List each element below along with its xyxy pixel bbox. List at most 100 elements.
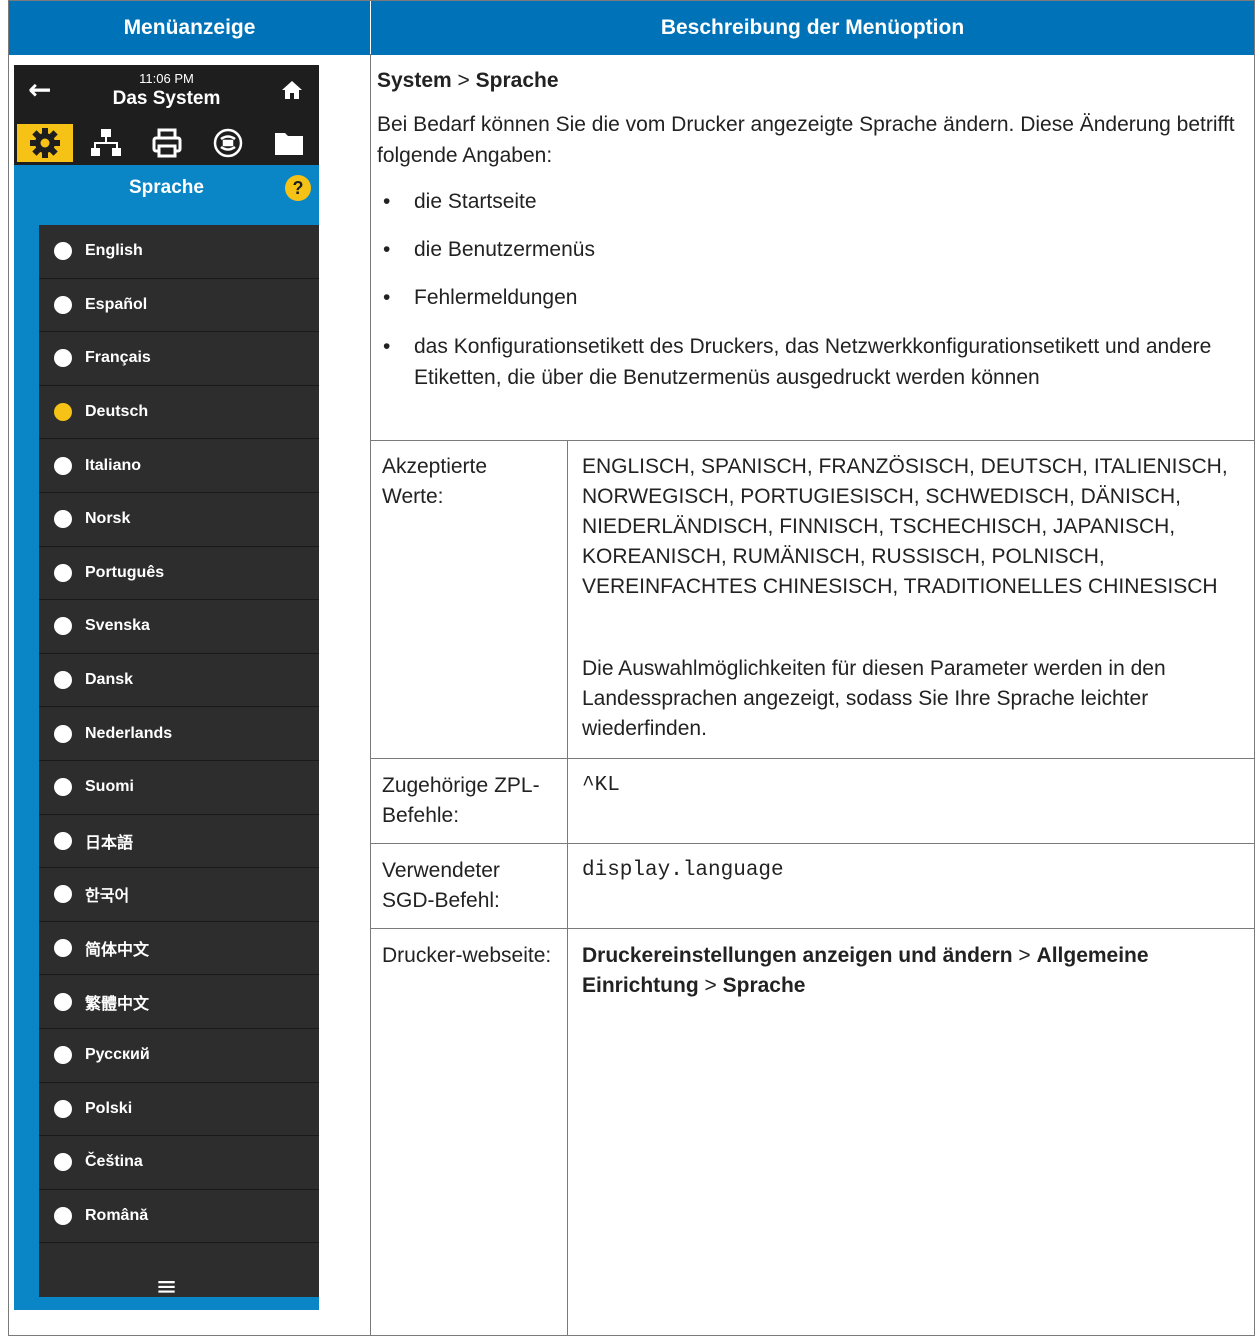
- menu-icon[interactable]: ≡: [14, 1272, 319, 1302]
- tab-system[interactable]: [17, 124, 73, 162]
- tab-connection[interactable]: [78, 124, 134, 162]
- web-path-c: Sprache: [722, 974, 806, 997]
- list-item[interactable]: Norsk: [39, 493, 319, 547]
- list-item[interactable]: English: [39, 225, 319, 279]
- tab-storage[interactable]: [261, 124, 317, 162]
- language-label: English: [85, 242, 143, 260]
- language-list: English Español Français Deutsch Italiano Nor…: [39, 225, 319, 1297]
- row-divider: [370, 440, 1255, 441]
- printer-webpage-path: Druckereinstellungen anzeigen und ändern…: [582, 941, 1237, 1001]
- radio-selected-icon[interactable]: [54, 403, 72, 422]
- radio-icon[interactable]: [54, 617, 72, 636]
- list-item[interactable]: Deutsch: [39, 386, 319, 440]
- radio-icon[interactable]: [54, 885, 72, 904]
- language-label: 한국어: [85, 888, 130, 906]
- screen-title: Das System: [112, 88, 221, 109]
- printer-icon: [152, 128, 182, 158]
- tab-print[interactable]: [139, 124, 195, 162]
- list-item[interactable]: 繁體中文: [39, 975, 319, 1029]
- help-icon[interactable]: ?: [285, 175, 311, 201]
- language-label: 简体中文: [85, 942, 150, 960]
- list-item[interactable]: Español: [39, 279, 319, 333]
- row-divider: [370, 843, 1255, 844]
- path-separator: >: [1012, 944, 1037, 967]
- language-label: Svenska: [85, 617, 150, 635]
- radio-icon[interactable]: [54, 563, 72, 582]
- list-item[interactable]: Français: [39, 332, 319, 386]
- radio-icon[interactable]: [54, 671, 72, 690]
- tab-rfid[interactable]: [200, 124, 256, 162]
- accepted-values-label: Akzeptierte Werte:: [382, 455, 488, 508]
- radio-icon[interactable]: [54, 724, 72, 743]
- list-item[interactable]: Română: [39, 1190, 319, 1244]
- zpl-command: ^KL: [582, 774, 620, 797]
- language-label: Suomi: [85, 778, 134, 796]
- language-label: Deutsch: [85, 403, 149, 421]
- radio-icon[interactable]: [54, 992, 72, 1011]
- list-item[interactable]: 한국어: [39, 868, 319, 922]
- list-item[interactable]: Português: [39, 547, 319, 601]
- web-path-a: Druckereinstellungen anzeigen und ändern: [582, 944, 1013, 967]
- language-label: 繁體中文: [85, 995, 150, 1013]
- column-header-description: Beschreibung der Menüoption: [371, 1, 1254, 55]
- language-label: 日本語: [85, 834, 134, 852]
- accepted-values-note: Die Auswahlmöglichkeiten für diesen Para…: [582, 657, 1166, 740]
- menu-path-system: System: [377, 69, 452, 92]
- bullet-item: das Konfigurationsetikett des Druckers, …: [377, 331, 1237, 393]
- gear-icon: [30, 128, 60, 158]
- list-item[interactable]: 日本語: [39, 815, 319, 869]
- list-item[interactable]: Nederlands: [39, 707, 319, 761]
- panel-title: Sprache: [129, 177, 204, 198]
- category-tabs: [14, 120, 319, 165]
- radio-icon[interactable]: [54, 456, 72, 475]
- sgd-command-label: Verwendeter SGD-Befehl:: [382, 859, 500, 912]
- clock: 11:06 PM: [139, 71, 194, 86]
- bullet-item: Fehlermeldungen: [377, 282, 1237, 313]
- top-bar: ← 11:06 PM Das System: [14, 65, 319, 120]
- accepted-values: ENGLISCH, SPANISCH, FRANZÖSISCH, DEUTSCH…: [582, 455, 1228, 598]
- column-divider: [370, 54, 371, 1336]
- list-item[interactable]: Dansk: [39, 654, 319, 708]
- language-label: Italiano: [85, 456, 142, 474]
- radio-icon[interactable]: [54, 1206, 72, 1225]
- language-label: Português: [85, 563, 165, 581]
- menu-path-language: Sprache: [475, 69, 559, 92]
- list-item[interactable]: Svenska: [39, 600, 319, 654]
- sgd-command: display.language: [582, 859, 784, 882]
- radio-icon[interactable]: [54, 939, 72, 958]
- radio-icon[interactable]: [54, 831, 72, 850]
- home-icon[interactable]: [281, 79, 303, 101]
- language-label: Română: [85, 1206, 149, 1224]
- radio-icon[interactable]: [54, 242, 72, 261]
- language-label: Русский: [85, 1046, 150, 1064]
- zpl-commands-label: Zugehörige ZPL-Befehle:: [382, 774, 540, 827]
- column-divider: [567, 440, 568, 1336]
- radio-icon[interactable]: [54, 778, 72, 797]
- list-item[interactable]: Polski: [39, 1083, 319, 1137]
- row-divider: [370, 928, 1255, 929]
- radio-icon[interactable]: [54, 349, 72, 368]
- path-separator: >: [698, 974, 723, 997]
- list-item[interactable]: Čeština: [39, 1136, 319, 1190]
- network-icon: [91, 129, 121, 156]
- radio-icon[interactable]: [54, 510, 72, 529]
- language-label: Čeština: [85, 1153, 143, 1171]
- radio-icon[interactable]: [54, 1099, 72, 1118]
- radio-icon[interactable]: [54, 1153, 72, 1172]
- list-item[interactable]: 简体中文: [39, 922, 319, 976]
- bullet-item: die Startseite: [377, 186, 1237, 217]
- intro-text: Bei Bedarf können Sie die vom Drucker an…: [377, 113, 1235, 167]
- path-separator: >: [451, 69, 476, 92]
- menu-path: System > Sprache: [377, 65, 1237, 96]
- printer-webpage-label: Drucker-webseite:: [382, 944, 552, 967]
- rfid-icon: [213, 128, 243, 158]
- list-item[interactable]: Русский: [39, 1029, 319, 1083]
- folder-icon: [275, 133, 303, 155]
- language-label: Norsk: [85, 510, 131, 528]
- list-item[interactable]: Italiano: [39, 439, 319, 493]
- row-divider: [370, 758, 1255, 759]
- radio-icon[interactable]: [54, 295, 72, 314]
- language-label: Français: [85, 349, 151, 367]
- radio-icon[interactable]: [54, 1046, 72, 1065]
- list-item[interactable]: Suomi: [39, 761, 319, 815]
